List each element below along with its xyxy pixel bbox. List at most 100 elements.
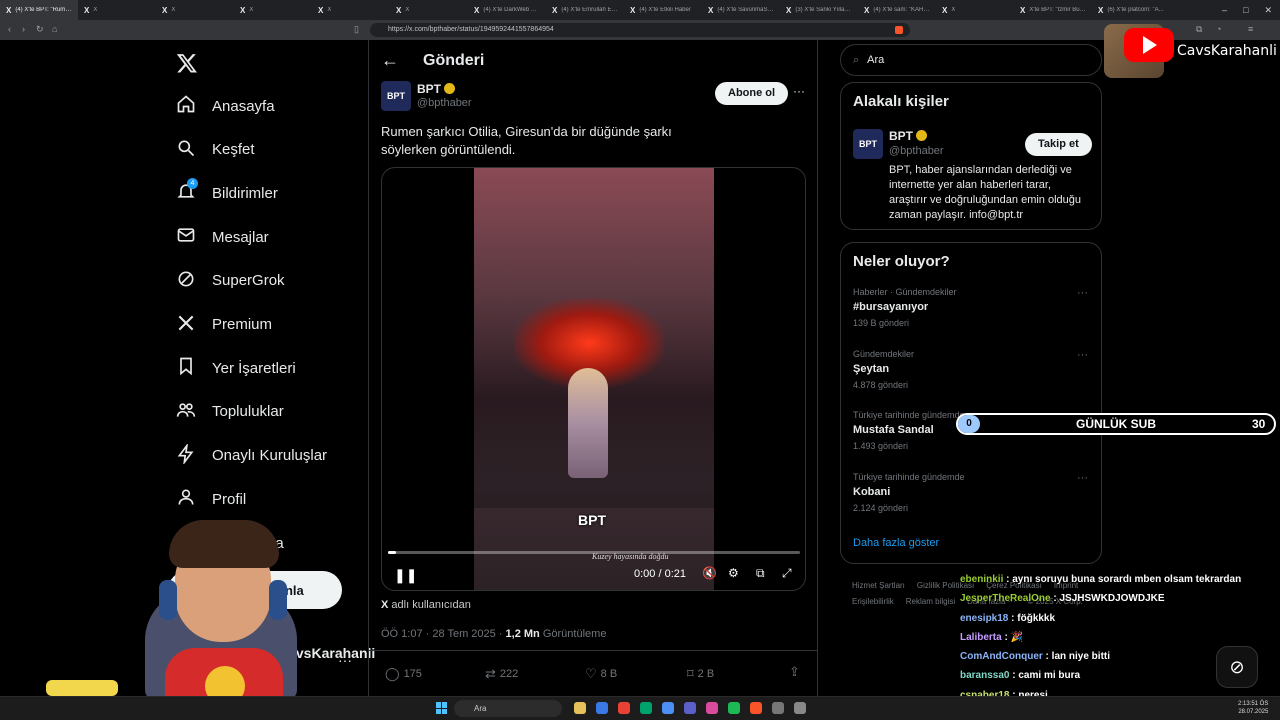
bell-icon: 4 bbox=[176, 178, 198, 205]
taskbar-app-icon[interactable] bbox=[706, 702, 718, 714]
related-name[interactable]: BPT bbox=[889, 129, 913, 143]
post-timestamp[interactable]: ÖÖ 1:07 · 28 Tem 2025 · bbox=[381, 628, 502, 640]
minimize-icon[interactable]: – bbox=[1222, 5, 1227, 15]
nav-item-grok[interactable]: SuperGrok bbox=[176, 269, 285, 293]
windows-start-icon[interactable] bbox=[436, 702, 448, 714]
author-handle[interactable]: @bpthaber bbox=[417, 97, 472, 109]
account-more-icon[interactable]: ··· bbox=[338, 652, 352, 668]
video-player[interactable]: BPT Kuzey hayasında doğdu ❚❚ 0:00 / 0:21… bbox=[381, 167, 806, 591]
nav-item-bolt[interactable]: Onaylı Kuruluşlar bbox=[176, 442, 327, 468]
author-row[interactable]: BPT bbox=[417, 82, 455, 96]
taskbar-app-icon[interactable] bbox=[596, 702, 608, 714]
browser-tab[interactable]: X (4) X'te Emrullah Erdi bbox=[546, 0, 624, 20]
browser-tab[interactable]: XX bbox=[312, 0, 390, 20]
follow-button[interactable]: Takip et bbox=[1025, 133, 1092, 156]
share-icon[interactable]: ⇪ bbox=[789, 664, 800, 680]
footer-link[interactable]: Erişilebilirlik bbox=[852, 594, 894, 610]
chat-message: enesipk18 : föğkkkk bbox=[960, 609, 1280, 628]
chat-username: enesipk18 bbox=[960, 612, 1009, 624]
extensions-icon[interactable]: ⧉ bbox=[1196, 24, 1202, 35]
chat-text: JSJHSWKDJOWDJKE bbox=[1059, 593, 1165, 605]
footer-link[interactable]: Hizmet Şartları bbox=[852, 578, 905, 594]
taskbar-app-icon[interactable] bbox=[640, 702, 652, 714]
taskbar-app-icon[interactable] bbox=[618, 702, 630, 714]
taskbar-app-icon[interactable] bbox=[684, 702, 696, 714]
related-name-row[interactable]: BPT bbox=[889, 129, 927, 143]
trend-more-icon[interactable]: ··· bbox=[1077, 472, 1088, 484]
repost-button[interactable]: ⇄ 222 bbox=[485, 666, 518, 682]
footer-link[interactable]: Reklam bilgisi bbox=[906, 594, 955, 610]
browser-tab[interactable]: X(4) X'te BPT: "Rumen şarkıcı... bbox=[0, 0, 78, 20]
avatar[interactable]: BPT bbox=[381, 81, 411, 111]
source-x[interactable]: X bbox=[381, 599, 388, 611]
subscribe-button[interactable]: Abone ol bbox=[715, 82, 789, 105]
reload-icon[interactable]: ↻ bbox=[36, 24, 44, 35]
browser-tab[interactable]: XX bbox=[156, 0, 234, 20]
nav-item-person[interactable]: Profil bbox=[176, 487, 246, 511]
browser-tab[interactable]: X(4) X'te DarkWeb Haber bbox=[468, 0, 546, 20]
bookmark-button[interactable]: ⌑ 2 B bbox=[687, 666, 714, 682]
maximize-icon[interactable]: □ bbox=[1243, 5, 1248, 15]
chat-text: cami mi bura bbox=[1018, 670, 1081, 682]
browser-tab[interactable]: X (3) X'te Sanki Yıllarca bbox=[780, 0, 858, 20]
fullscreen-icon[interactable]: ⤢ bbox=[782, 566, 792, 581]
mute-icon[interactable]: 🔇 bbox=[702, 566, 717, 580]
x-favicon-icon: X bbox=[162, 5, 168, 15]
nav-item-people[interactable]: Topluluklar bbox=[176, 400, 284, 424]
browser-tab[interactable]: X X'te BPT: "İzmir Buca" bbox=[1014, 0, 1092, 20]
show-more-link[interactable]: Daha fazla göster bbox=[853, 537, 939, 549]
back-icon[interactable]: ← bbox=[381, 50, 399, 71]
browser-tab[interactable]: X (4) X'te sam: "KAHI..." bbox=[858, 0, 936, 20]
pip-icon[interactable]: ⧉ bbox=[756, 566, 765, 581]
browser-tab[interactable]: XX bbox=[390, 0, 468, 20]
brave-shield-icon[interactable] bbox=[895, 26, 903, 34]
nav-item-bookmark[interactable]: Yer İşaretleri bbox=[176, 356, 296, 380]
browser-tab[interactable]: XX bbox=[78, 0, 156, 20]
related-handle[interactable]: @bpthaber bbox=[889, 145, 944, 157]
browser-tab[interactable]: X(4) X'te SavunmaSanayi bbox=[702, 0, 780, 20]
video-progress-track[interactable] bbox=[388, 551, 800, 554]
home-browser-icon[interactable]: ⌂ bbox=[52, 24, 57, 34]
taskbar-app-icon[interactable] bbox=[728, 702, 740, 714]
grok-icon bbox=[176, 269, 196, 293]
menu-icon[interactable]: ≡ bbox=[1248, 24, 1253, 34]
taskbar-app-icon[interactable] bbox=[750, 702, 762, 714]
x-favicon-icon: X bbox=[318, 5, 324, 15]
nav-item-home[interactable]: Anasayfa bbox=[176, 94, 275, 118]
settings-icon[interactable]: ⚙ bbox=[728, 566, 739, 580]
nav-item-search[interactable]: Keşfet bbox=[176, 138, 255, 162]
browser-tab[interactable]: XX bbox=[234, 0, 312, 20]
taskbar-app-icon[interactable] bbox=[662, 702, 674, 714]
taskbar-app-icon[interactable] bbox=[574, 702, 586, 714]
profile-icon[interactable]: ◔ bbox=[1216, 24, 1221, 34]
more-options-icon[interactable]: ··· bbox=[793, 84, 805, 98]
taskbar-search[interactable]: Ara bbox=[454, 700, 562, 717]
browser-tab[interactable]: X (6) X'te platcom: "A... bbox=[1092, 0, 1170, 20]
grok-icon[interactable]: ⊘ bbox=[1216, 646, 1258, 688]
pause-icon[interactable]: ❚❚ bbox=[394, 567, 417, 584]
x-logo-icon[interactable] bbox=[176, 52, 198, 74]
nav-item-mail[interactable]: Mesajlar bbox=[176, 225, 269, 249]
nav-item-x[interactable]: Premium bbox=[176, 313, 272, 337]
related-avatar[interactable]: BPT bbox=[853, 129, 883, 159]
author-name[interactable]: BPT bbox=[417, 82, 441, 96]
trend-more-icon[interactable]: ··· bbox=[1077, 287, 1088, 299]
browser-tab[interactable]: X (4) X'te Etkili Haber bbox=[624, 0, 702, 20]
close-window-icon[interactable]: ✕ bbox=[1264, 5, 1272, 16]
heart-icon: ♡ bbox=[585, 666, 597, 681]
chat-separator: : bbox=[1008, 612, 1018, 624]
nav-item-bell[interactable]: 4 Bildirimler bbox=[176, 178, 278, 205]
reply-button[interactable]: ◯ 175 bbox=[385, 666, 422, 682]
taskbar-app-icon[interactable] bbox=[794, 702, 806, 714]
bookmark-page-icon[interactable]: ▯ bbox=[354, 24, 359, 35]
browser-tab[interactable]: XX bbox=[936, 0, 1014, 20]
like-button[interactable]: ♡ 8 B bbox=[585, 666, 617, 682]
search-box[interactable]: ⌕ Ara bbox=[840, 44, 1102, 76]
url-input[interactable]: https://x.com/bpthaber/status/1949592441… bbox=[370, 23, 910, 37]
crowd-shade bbox=[474, 358, 714, 508]
taskbar-app-icon[interactable] bbox=[772, 702, 784, 714]
trend-more-icon[interactable]: ··· bbox=[1077, 349, 1088, 361]
forward-arrow-icon[interactable]: › bbox=[22, 24, 25, 34]
back-arrow-icon[interactable]: ‹ bbox=[8, 24, 11, 34]
tab-label: X bbox=[93, 7, 98, 13]
